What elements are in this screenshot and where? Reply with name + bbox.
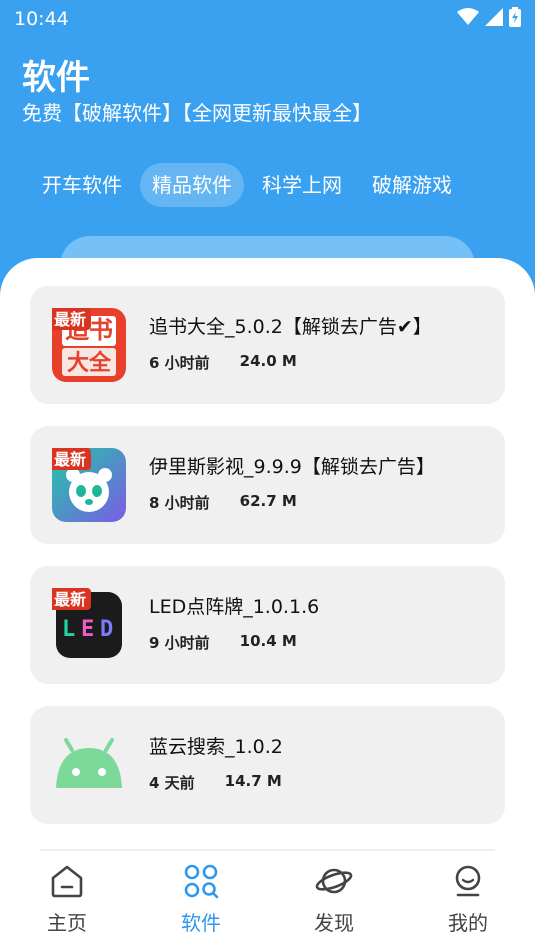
planet-icon: [315, 868, 353, 894]
apps-icon: [184, 864, 219, 899]
app-title: 伊里斯影视_9.9.9【解锁去广告】: [149, 456, 435, 478]
svg-text:最新: 最新: [54, 450, 86, 469]
app-time: 6 小时前: [149, 354, 210, 372]
nav-home[interactable]: 主页: [0, 863, 134, 936]
svg-text:最新: 最新: [54, 310, 86, 329]
page-title: 软件: [22, 58, 90, 98]
wifi-icon: [457, 8, 479, 25]
tab-kexue[interactable]: 科学上网: [250, 163, 354, 207]
tab-kaiche[interactable]: 开车软件: [30, 163, 134, 207]
tab-pojie-youxi[interactable]: 破解游戏: [360, 163, 464, 207]
home-icon: [51, 865, 83, 898]
android-icon: [56, 738, 122, 788]
app-size: 24.0 M: [239, 352, 297, 370]
nav-discover[interactable]: 发现: [267, 863, 401, 936]
app-title: LED点阵牌_1.0.1.6: [149, 596, 320, 618]
app-card-lanyun[interactable]: 蓝云搜索_1.0.2 4 天前 14.7 M: [30, 706, 505, 824]
app-size: 14.7 M: [224, 772, 282, 790]
app-meta: 6 小时前 24.0 M: [149, 352, 297, 373]
app-title: 蓝云搜索_1.0.2: [149, 736, 283, 758]
svg-text:E: E: [81, 617, 94, 642]
app-card-zhuishu[interactable]: 追书 大全 最新 追书大全_5.0.2【解锁去广告✔】 6 小时前 24.0 M: [30, 286, 505, 404]
svg-text:L: L: [62, 617, 75, 642]
bottom-nav: 主页 软件 发现 我的: [0, 851, 535, 951]
app-card-led[interactable]: L E D 最新 LED点阵牌_1.0.1.6 9 小时前 10.4 M: [30, 566, 505, 684]
nav-label-profile: 我的: [448, 911, 488, 935]
app-time: 4 天前: [149, 774, 195, 792]
zhuishu-app-icon: 追书 大全 最新: [52, 308, 126, 382]
status-bar: 10:44: [0, 0, 535, 38]
nav-label-home: 主页: [47, 911, 87, 935]
svg-text:D: D: [100, 617, 113, 642]
nav-label-discover: 发现: [314, 911, 354, 935]
panda-app-icon: 最新: [52, 448, 126, 522]
nav-label-apps: 软件: [181, 911, 221, 935]
page-subtitle: 免费【破解软件】【全网更新最快最全】: [22, 101, 372, 125]
tab-jingpin[interactable]: 精品软件: [140, 163, 244, 207]
app-meta: 8 小时前 62.7 M: [149, 492, 297, 513]
led-app-icon: L E D 最新: [52, 588, 122, 658]
svg-text:大全: 大全: [67, 350, 112, 376]
app-meta: 9 小时前 10.4 M: [149, 632, 297, 653]
app-meta: 4 天前 14.7 M: [149, 772, 282, 793]
app-size: 10.4 M: [239, 632, 297, 650]
profile-icon: [455, 865, 481, 897]
app-size: 62.7 M: [239, 492, 297, 510]
battery-icon: [509, 7, 521, 27]
app-card-yilisi[interactable]: 最新 伊里斯影视_9.9.9【解锁去广告】 8 小时前 62.7 M: [30, 426, 505, 544]
signal-icon: [485, 8, 503, 26]
status-time: 10:44: [14, 8, 69, 30]
category-tabs: 开车软件 精品软件 科学上网 破解游戏: [30, 163, 464, 207]
app-time: 9 小时前: [149, 634, 210, 652]
nav-profile[interactable]: 我的: [401, 863, 535, 936]
svg-text:最新: 最新: [54, 590, 86, 609]
status-icons: [457, 7, 521, 27]
nav-apps[interactable]: 软件: [134, 863, 268, 936]
app-title: 追书大全_5.0.2【解锁去广告✔】: [149, 316, 432, 338]
app-time: 8 小时前: [149, 494, 210, 512]
